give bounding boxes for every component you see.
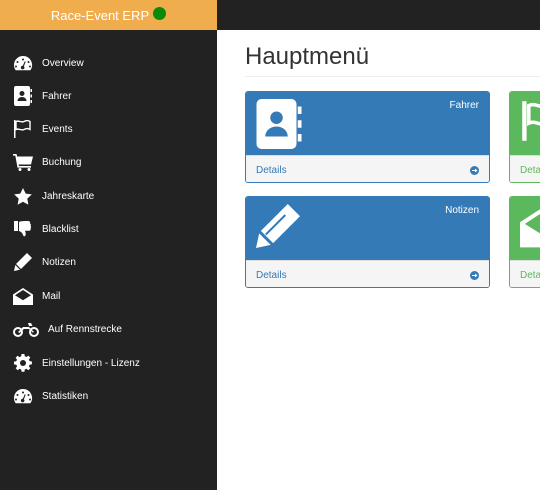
dashboard-icon <box>12 386 34 406</box>
app-title: Race-Event ERP <box>50 7 150 23</box>
panel-fahrer: Fahrer Details <box>245 91 490 183</box>
details-label: Details <box>520 164 540 176</box>
sidebar-item-label: Auf Rennstrecke <box>48 323 122 335</box>
sidebar-item-notizen[interactable]: Notizen <box>0 247 217 277</box>
panel-mail: Details <box>509 196 540 288</box>
pencil-icon <box>12 252 34 272</box>
details-label: Details <box>256 269 287 281</box>
sidebar-item-label: Jahreskarte <box>42 190 95 202</box>
gear-icon <box>12 353 34 373</box>
details-link[interactable]: Details <box>246 155 489 182</box>
details-label: Details <box>256 164 287 176</box>
sidebar-item-jahreskarte[interactable]: Jahreskarte <box>0 181 217 211</box>
title-divider <box>245 76 540 77</box>
thumbs-down-icon <box>12 219 34 239</box>
sidebar-item-buchung[interactable]: Buchung <box>0 147 217 177</box>
brand[interactable]: Race-Event ERP <box>0 0 217 30</box>
sidebar-item-events[interactable]: Events <box>0 114 217 144</box>
status-indicator <box>153 6 167 20</box>
arrow-circle-right-icon <box>470 165 479 175</box>
sidebar-item-label: Statistiken <box>42 390 89 402</box>
address-book-icon <box>12 86 34 106</box>
sidebar-item-label: Blacklist <box>42 223 79 235</box>
details-link[interactable]: Details <box>510 260 540 287</box>
details-link[interactable]: Details <box>246 260 489 287</box>
sidebar-item-label: Overview <box>42 57 84 69</box>
panel-heading <box>510 92 540 155</box>
panel-heading <box>510 197 540 260</box>
sidebar-item-mail[interactable]: Mail <box>0 281 217 311</box>
envelope-open-icon <box>520 204 540 255</box>
address-book-icon <box>256 99 302 154</box>
dashboard-icon <box>12 53 34 73</box>
details-label: Details <box>520 269 540 281</box>
panel-notizen: Notizen Details <box>245 196 490 288</box>
sidebar-item-label: Fahrer <box>42 90 72 102</box>
sidebar-item-label: Einstellungen - Lizenz <box>42 357 140 369</box>
motorcycle-icon <box>12 319 40 339</box>
panel-title: Fahrer <box>449 100 479 111</box>
panel-heading: Fahrer <box>246 92 489 155</box>
shopping-cart-icon <box>12 152 34 172</box>
panel-title: Notizen <box>445 205 479 216</box>
star-icon <box>12 186 34 206</box>
main-content: Hauptmenü Fahrer Details Details <box>217 30 540 490</box>
sidebar-item-label: Notizen <box>42 256 76 268</box>
arrow-circle-right-icon <box>470 270 479 280</box>
sidebar: Overview Fahrer Events Buchung Jahreskar… <box>0 30 217 490</box>
sidebar-item-blacklist[interactable]: Blacklist <box>0 214 217 244</box>
sidebar-item-statistiken[interactable]: Statistiken <box>0 381 217 411</box>
flag-icon <box>520 99 540 148</box>
panel-heading: Notizen <box>246 197 489 260</box>
envelope-open-icon <box>12 286 34 306</box>
sidebar-item-label: Buchung <box>42 156 82 168</box>
pencil-icon <box>256 204 300 253</box>
panel-events: Details <box>509 91 540 183</box>
sidebar-item-overview[interactable]: Overview <box>0 48 217 78</box>
sidebar-item-auf-rennstrecke[interactable]: Auf Rennstrecke <box>0 314 217 344</box>
details-link[interactable]: Details <box>510 155 540 182</box>
page-title: Hauptmenü <box>245 43 370 70</box>
sidebar-item-fahrer[interactable]: Fahrer <box>0 81 217 111</box>
sidebar-item-label: Mail <box>42 290 61 302</box>
flag-icon <box>12 119 34 139</box>
sidebar-item-einstellungen[interactable]: Einstellungen - Lizenz <box>0 348 217 378</box>
sidebar-item-label: Events <box>42 123 73 135</box>
